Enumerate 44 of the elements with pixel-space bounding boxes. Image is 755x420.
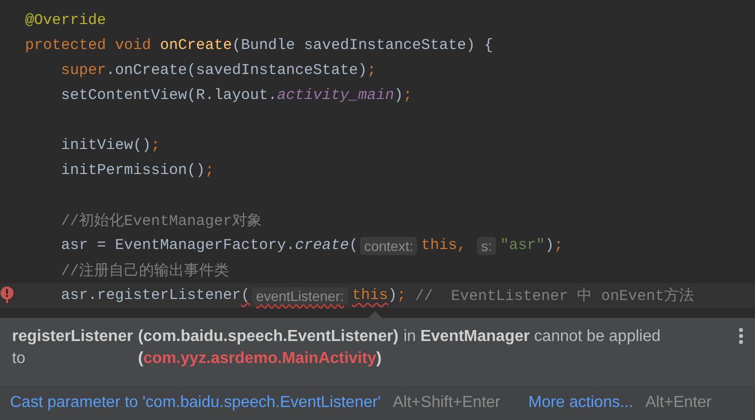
code-comment: //初始化EventManager对象 [61,212,262,230]
code-token: ; [554,237,564,254]
shortcut-hint: Alt+Enter [645,394,712,412]
quick-fix-link[interactable]: Cast parameter to 'com.baidu.speech.EventListener' [10,394,381,412]
actual-type: (com.yyz.asrdemo.MainActivity) [138,350,383,368]
code-token: ; [151,137,160,154]
code-token: this, [421,237,468,254]
code-token: @Override [25,12,106,29]
shortcut-hint: Alt+Shift+Enter [392,394,500,412]
method-name: registerListener [12,328,133,346]
code-comment: // EventListener 中 onEvent方法 [415,286,694,305]
code-token: ) [545,237,554,254]
code-token: create [295,237,350,254]
expected-type: (com.baidu.speech.EventListener) [138,328,398,346]
code-token: "asr" [500,237,546,254]
code-token: ) [388,287,398,304]
code-token: onCreate [160,37,232,54]
code-token: ; [397,287,408,304]
code-token: asr.registerListener [61,287,242,304]
code-token: setContentView(R.layout. [61,87,278,104]
code-token: initPermission() [61,162,206,179]
code-token: activity_main [277,87,394,104]
parameter-hint: eventListener: [252,286,348,304]
code-token: ; [403,87,412,104]
code-token: ; [205,162,214,179]
code-token: this [352,287,388,304]
code-token: ( [349,237,358,254]
code-token: asr = EventManagerFactory. [61,237,296,254]
more-options-icon[interactable] [739,328,743,344]
more-actions-link[interactable]: More actions... [528,394,634,412]
code-comment: //注册自己的输出事件类 [61,262,230,280]
code-token: protected void [25,37,152,54]
code-token: initView() [61,137,152,154]
parameter-hint: context: [360,236,418,254]
code-token: super [61,62,106,79]
code-token: ) [394,87,404,104]
code-token: ; [367,62,376,79]
code-token: ( [241,287,250,304]
error-message: to [12,350,26,368]
parameter-hint: s: [477,236,496,254]
code-token: (Bundle savedInstanceState) { [232,37,494,54]
error-icon[interactable] [0,286,14,304]
code-token: .onCreate(savedInstanceState) [106,62,368,79]
error-message: in EventManager cannot be applied [403,328,661,346]
